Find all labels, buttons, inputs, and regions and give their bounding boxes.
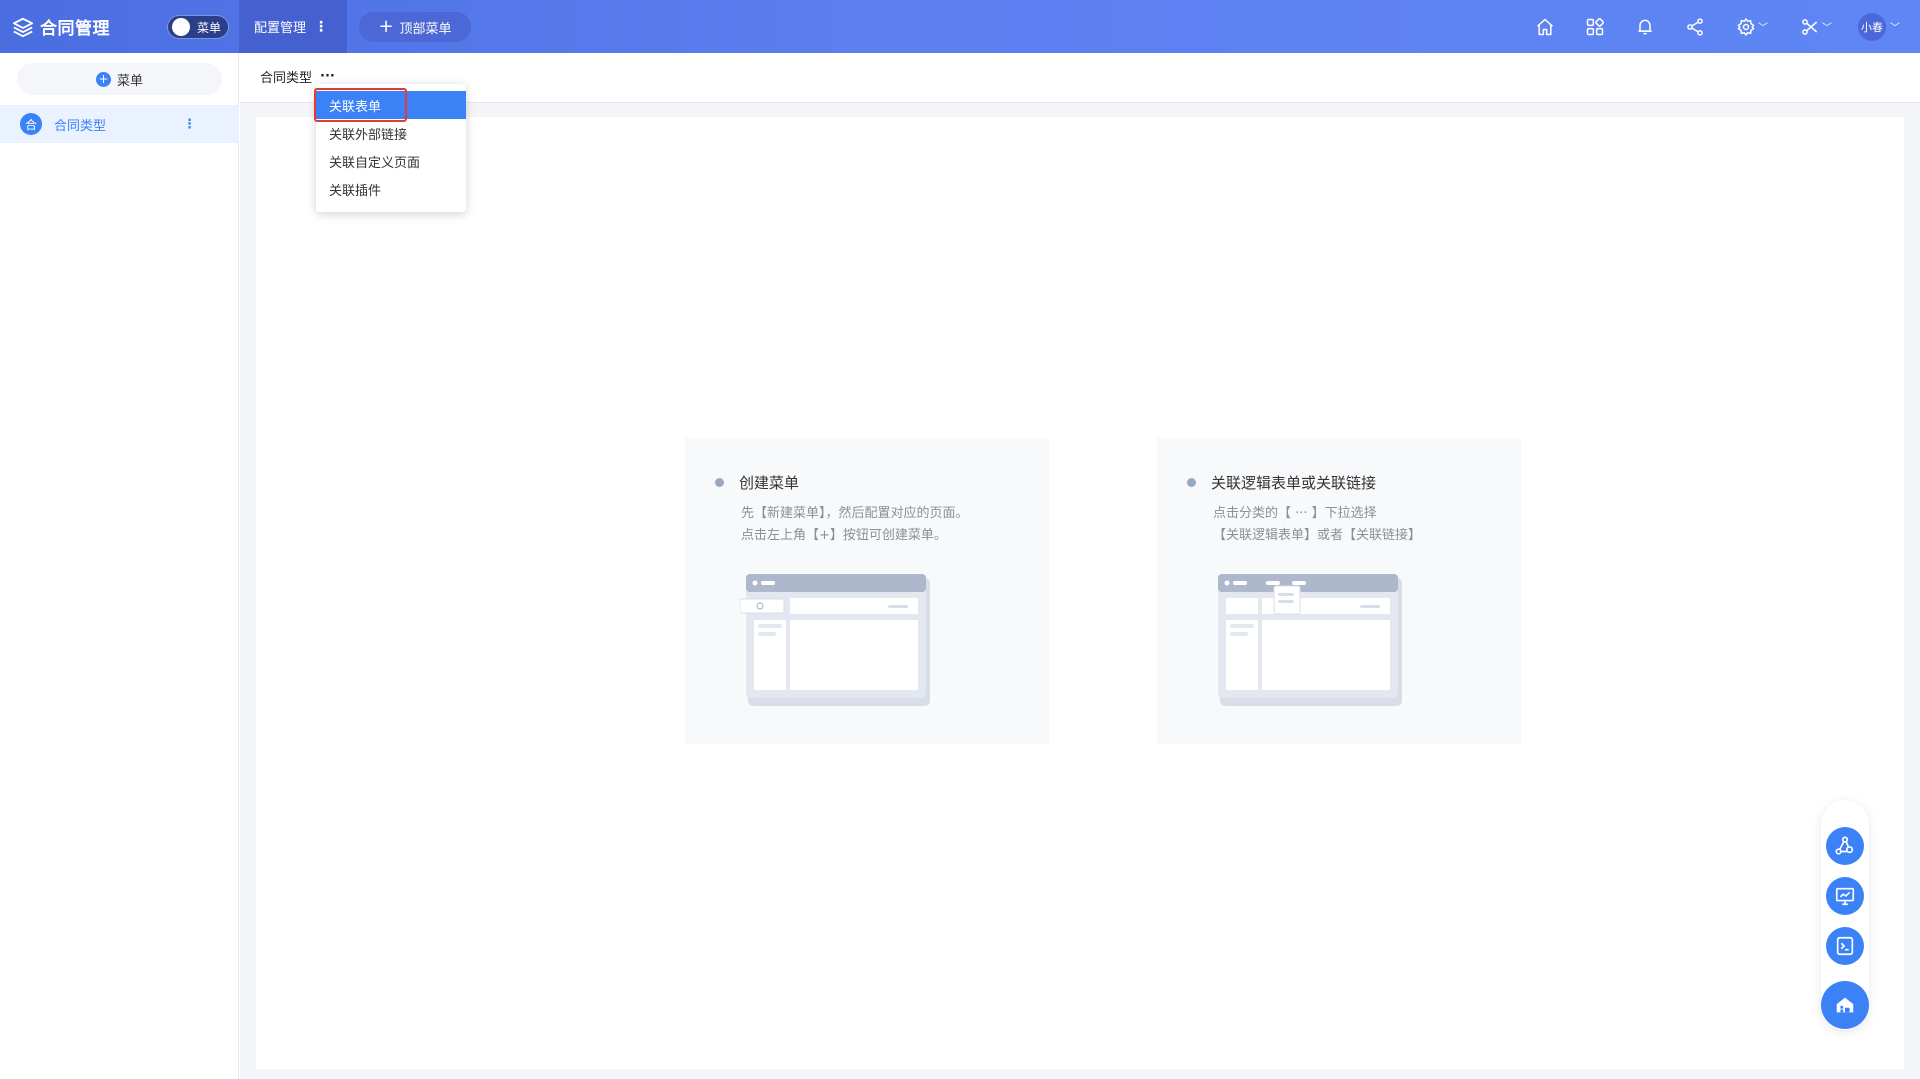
floating-dock <box>1821 800 1869 1030</box>
toggle-knob <box>172 18 190 36</box>
apps-grid-icon[interactable] <box>1582 14 1608 40</box>
avatar: 小春 <box>1858 12 1886 41</box>
user-menu[interactable]: 小春 ﹀ <box>1858 12 1900 41</box>
menu-toggle[interactable]: 菜单 <box>167 15 229 39</box>
screen-chart-icon <box>1835 887 1855 906</box>
guide-card-desc-line: 点击左上角【+】按钮可创建菜单。 <box>741 528 947 543</box>
terminal-button[interactable] <box>1826 927 1864 965</box>
add-menu-button[interactable]: + 菜单 <box>17 63 222 95</box>
tools-menu[interactable]: ﹀ <box>1796 14 1836 40</box>
chevron-down-icon: ﹀ <box>1758 23 1768 34</box>
add-top-menu-label: 顶部菜单 <box>399 21 452 37</box>
guide-card-link-form: 关联逻辑表单或关联链接 点击分类的【 ··· 】下拉选择 【关联逻辑表单】或者【… <box>1157 438 1521 744</box>
brand[interactable]: 合同管理 <box>12 14 152 39</box>
config-tab-more-icon[interactable]: ⋮ <box>314 19 328 35</box>
add-menu-label: 菜单 <box>116 73 143 89</box>
content-canvas: 创建菜单 先【新建菜单】，然后配置对应的页面。 点击左上角【+】按钮可创建菜单。 <box>256 117 1904 1069</box>
dropdown-item-link-custom-page[interactable]: 关联自定义页面 <box>316 147 466 175</box>
chevron-down-icon: ﹀ <box>1822 23 1832 34</box>
workflow-icon <box>1835 836 1854 855</box>
chevron-down-icon: ﹀ <box>1890 23 1900 34</box>
top-toolbar: ﹀ ﹀ 小春 ﹀ <box>1508 0 1920 53</box>
category-more-dropdown: 关联表单 关联外部链接 关联自定义页面 关联插件 <box>314 84 466 212</box>
home-icon[interactable] <box>1532 14 1558 40</box>
dropdown-item-link-plugin[interactable]: 关联插件 <box>316 175 466 203</box>
guide-card-desc-line: 点击分类的【 ··· 】下拉选择 <box>1213 506 1377 521</box>
layers-icon <box>12 17 34 37</box>
guide-card-header: 关联逻辑表单或关联链接 <box>1187 472 1376 493</box>
share-icon[interactable] <box>1682 14 1708 40</box>
config-tab-label: 配置管理 <box>254 21 307 36</box>
home-building-icon <box>1836 997 1854 1013</box>
more-horizontal-icon[interactable]: ··· <box>320 69 335 84</box>
add-top-menu-button[interactable]: + 顶部菜单 <box>359 12 471 42</box>
top-bar: 合同管理 菜单 配置管理 ⋮ + 顶部菜单 ﹀ ﹀ 小春 ﹀ <box>0 0 1920 53</box>
guide-card-description: 点击分类的【 ··· 】下拉选择 【关联逻辑表单】或者【关联链接】 <box>1213 503 1421 547</box>
create-menu-illustration <box>740 574 930 706</box>
bullet-dot <box>715 478 724 487</box>
dropdown-item-link-external[interactable]: 关联外部链接 <box>316 119 466 147</box>
tools-icon <box>1802 18 1818 35</box>
plus-circle-icon: + <box>95 71 111 87</box>
page-title: 合同类型 <box>260 71 313 86</box>
guide-card-header: 创建菜单 <box>715 472 799 493</box>
sidebar-item-contract-type[interactable]: 合 合同类型 ⋮ <box>0 105 239 143</box>
menu-toggle-label: 菜单 <box>197 20 222 35</box>
screen-chart-button[interactable] <box>1826 877 1864 915</box>
guide-card-desc-line: 先【新建菜单】，然后配置对应的页面。 <box>741 506 969 521</box>
sidebar-item-icon: 合 <box>20 113 42 135</box>
main-content: 合同类型 ··· 创建菜单 先【新建菜单】，然后配置对应的页面。 点击左上角【+… <box>240 53 1920 1079</box>
guide-card-title: 创建菜单 <box>739 474 800 492</box>
guide-card-create-menu: 创建菜单 先【新建菜单】，然后配置对应的页面。 点击左上角【+】按钮可创建菜单。 <box>685 438 1049 744</box>
more-vertical-icon[interactable]: ⋮ <box>183 117 196 132</box>
sidebar: + 菜单 合 合同类型 ⋮ <box>0 53 239 1079</box>
breadcrumb-bar: 合同类型 ··· <box>240 53 1920 103</box>
settings-icon <box>1737 17 1755 36</box>
config-tab[interactable]: 配置管理 ⋮ <box>239 0 347 53</box>
settings-menu[interactable]: ﹀ <box>1732 14 1772 40</box>
link-form-illustration <box>1218 574 1402 706</box>
bell-icon[interactable] <box>1632 14 1658 40</box>
app-title: 合同管理 <box>40 19 110 39</box>
guide-card-description: 先【新建菜单】，然后配置对应的页面。 点击左上角【+】按钮可创建菜单。 <box>741 503 969 547</box>
workflow-button[interactable] <box>1826 827 1864 865</box>
bullet-dot <box>1187 478 1196 487</box>
guide-card-title: 关联逻辑表单或关联链接 <box>1211 474 1377 492</box>
plus-icon: + <box>378 16 394 37</box>
terminal-icon <box>1836 936 1854 956</box>
dropdown-item-link-form[interactable]: 关联表单 <box>314 88 466 122</box>
guide-card-desc-line: 【关联逻辑表单】或者【关联链接】 <box>1213 528 1422 543</box>
sidebar-item-label: 合同类型 <box>54 118 107 134</box>
home-building-button[interactable] <box>1821 981 1869 1029</box>
